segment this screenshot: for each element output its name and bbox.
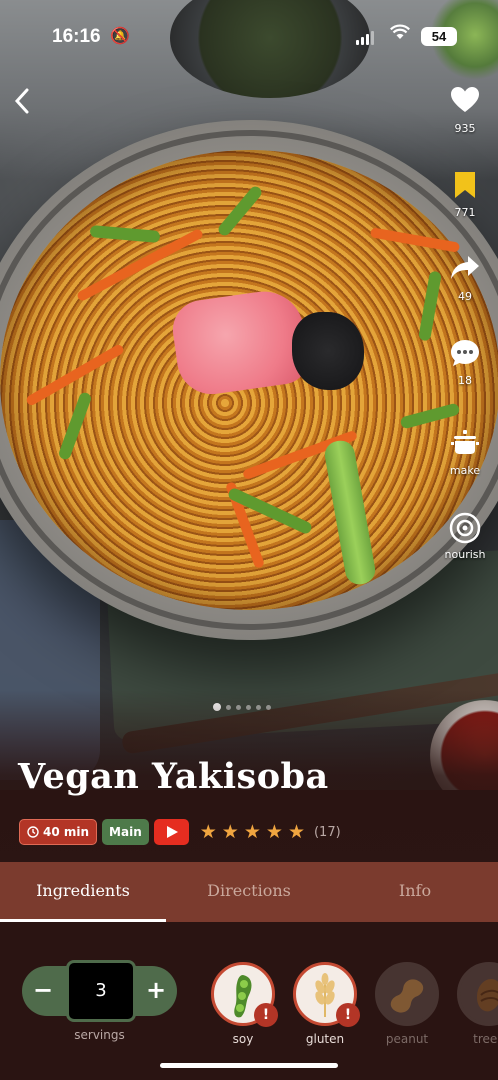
star-icon: ★: [221, 821, 239, 843]
star-icon: ★: [243, 821, 261, 843]
share-count: 49: [458, 290, 472, 303]
heart-icon: [438, 86, 492, 120]
save-button[interactable]: 771: [438, 170, 492, 219]
tab-directions[interactable]: Directions: [166, 862, 332, 922]
cooking-pot-icon: [438, 428, 492, 462]
star-icon: ★: [287, 821, 305, 843]
save-count: 771: [454, 206, 476, 219]
share-icon: [438, 254, 492, 288]
battery-indicator: 54: [421, 27, 457, 46]
allergen-warning-icon: !: [254, 1003, 278, 1027]
cook-time-badge: 40 min: [19, 819, 98, 845]
nourish-button[interactable]: nourish: [438, 512, 492, 561]
nourish-label: nourish: [444, 548, 486, 561]
allergen-label: gluten: [305, 1032, 345, 1046]
servings-label: servings: [74, 1028, 125, 1042]
recipe-tabs: Ingredients Directions Info: [0, 862, 498, 922]
tree-nut-icon: [460, 965, 498, 1023]
allergen-label: treen: [473, 1032, 498, 1046]
rating-count: (17): [313, 824, 341, 840]
bookmark-icon: [438, 170, 492, 204]
nori: [292, 312, 364, 390]
course-badge: Main: [102, 819, 149, 845]
make-label: make: [449, 464, 481, 477]
allergen-label: soy: [232, 1032, 254, 1046]
comment-icon: [438, 338, 492, 372]
allergen-label: peanut: [385, 1032, 429, 1046]
share-button[interactable]: 49: [438, 254, 492, 303]
recipe-meta: 40 min Main ★ ★ ★ ★ ★ (17): [19, 818, 341, 846]
allergen-soy[interactable]: ! soy: [210, 962, 278, 1046]
make-button[interactable]: make: [438, 428, 492, 477]
star-icon: ★: [265, 821, 283, 843]
pickled-ginger: [169, 286, 311, 399]
allergen-warning-icon: !: [336, 1003, 360, 1027]
allergen-gluten[interactable]: ! gluten: [292, 962, 360, 1046]
tab-ingredients[interactable]: Ingredients: [0, 862, 166, 922]
youtube-icon[interactable]: [153, 819, 189, 845]
clock-icon: [27, 826, 39, 838]
rating-stars[interactable]: ★ ★ ★ ★ ★: [200, 821, 305, 843]
wifi-icon: [390, 24, 410, 45]
recipe-title: Vegan Yakisoba: [18, 756, 329, 797]
recipe-hero-image[interactable]: [0, 0, 498, 790]
servings-value[interactable]: 3: [66, 960, 136, 1022]
status-time: 16:16: [52, 26, 101, 47]
star-icon: ★: [199, 821, 217, 843]
chevron-left-icon: [14, 88, 29, 114]
decrease-servings-button[interactable]: −: [22, 966, 64, 1016]
allergen-peanut[interactable]: peanut: [374, 962, 440, 1046]
increase-servings-button[interactable]: +: [135, 966, 177, 1016]
peanut-icon: [378, 965, 436, 1023]
servings-stepper: − 3 +: [22, 960, 177, 1022]
bell-muted-icon: 🔕: [110, 26, 130, 45]
cellular-signal-icon: [356, 29, 374, 45]
like-count: 935: [454, 122, 476, 135]
cook-time-text: 40 min: [43, 825, 90, 839]
ingredients-panel: − 3 + servings ! soy ! gluten peanut tre…: [0, 922, 498, 1080]
comments-button[interactable]: 18: [438, 338, 492, 387]
back-button[interactable]: [10, 86, 40, 120]
status-bar: 16:16 🔕 54: [0, 0, 498, 70]
tab-info[interactable]: Info: [332, 862, 498, 922]
allergen-tree-nut[interactable]: treen: [456, 962, 498, 1046]
like-button[interactable]: 935: [438, 86, 492, 135]
home-indicator[interactable]: [160, 1063, 338, 1068]
nourish-target-icon: [438, 512, 492, 546]
comment-count: 18: [458, 374, 472, 387]
